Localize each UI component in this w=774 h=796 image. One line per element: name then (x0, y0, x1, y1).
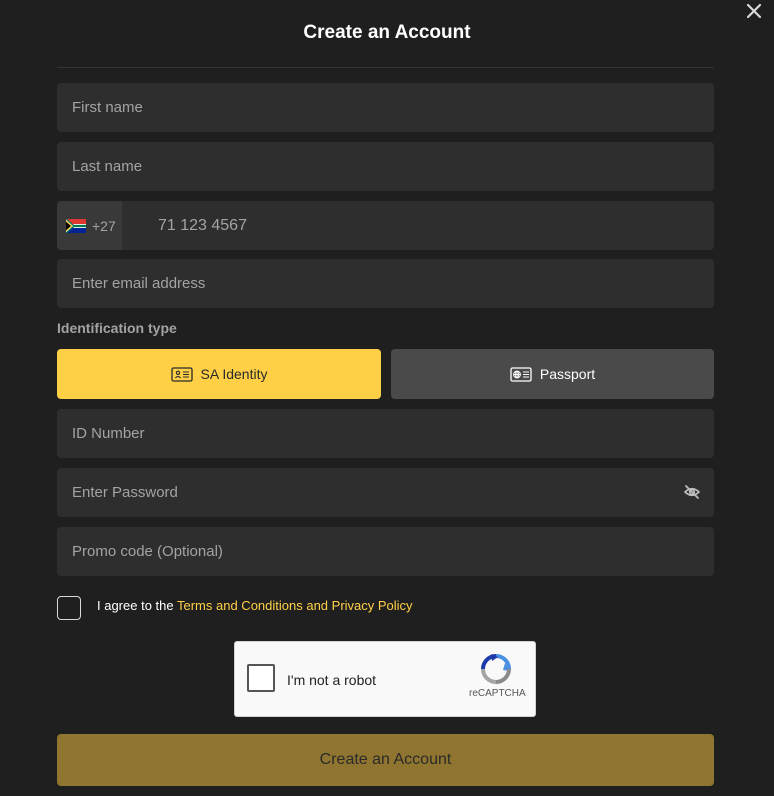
passport-label: Passport (539, 366, 596, 382)
phone-input[interactable] (143, 201, 714, 250)
recaptcha-brand: reCAPTCHA (469, 688, 526, 699)
recaptcha-widget: I'm not a robot reCAPTCHA (234, 641, 536, 717)
recaptcha-logo-icon (481, 654, 511, 684)
id-card-icon (170, 366, 193, 382)
first-name-input[interactable] (57, 83, 714, 132)
eye-off-icon[interactable] (684, 484, 700, 500)
last-name-field[interactable] (57, 142, 714, 191)
recaptcha-checkbox[interactable] (247, 664, 275, 692)
passport-button[interactable]: Passport (391, 349, 714, 399)
password-input[interactable] (57, 468, 714, 517)
create-account-button[interactable]: Create an Account (57, 734, 714, 786)
email-field[interactable] (57, 259, 714, 308)
phone-field[interactable]: +27 (57, 201, 714, 250)
email-input[interactable] (57, 259, 714, 308)
terms-link[interactable]: Terms and Conditions and Privacy Policy (177, 598, 413, 613)
identification-type-label: Identification type (57, 320, 177, 336)
phone-input-wrapper[interactable] (143, 201, 714, 250)
header-divider (57, 67, 714, 68)
passport-icon (510, 366, 532, 382)
modal-title: Create an Account (303, 22, 471, 43)
sa-identity-label: SA Identity (200, 366, 268, 382)
sa-identity-button[interactable]: SA Identity (57, 349, 381, 399)
terms-prefix: I agree to the (97, 598, 177, 613)
promo-code-field[interactable] (57, 527, 714, 576)
dial-code: +27 (92, 217, 116, 234)
south-africa-flag-icon (66, 218, 86, 233)
country-code-selector[interactable]: +27 (57, 201, 122, 250)
close-icon[interactable] (746, 3, 762, 19)
last-name-input[interactable] (57, 142, 714, 191)
id-number-input[interactable] (57, 409, 714, 458)
first-name-field[interactable] (57, 83, 714, 132)
promo-code-input[interactable] (57, 527, 714, 576)
recaptcha-label: I'm not a robot (287, 672, 377, 688)
terms-text: I agree to the Terms and Conditions and … (97, 598, 413, 613)
terms-checkbox[interactable] (57, 596, 81, 620)
password-field[interactable] (57, 468, 714, 517)
id-number-field[interactable] (57, 409, 714, 458)
